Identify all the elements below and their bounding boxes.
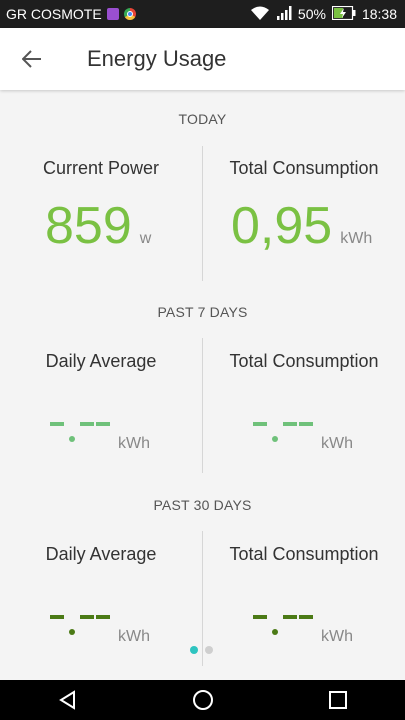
today-total-consumption: Total Consumption [203, 158, 405, 179]
empty-value-placeholder [50, 418, 112, 448]
section-header-7d: PAST 7 DAYS [157, 304, 248, 320]
current-power-unit: w [139, 230, 152, 247]
today-total-value-group: 0,95 kWh [231, 196, 372, 256]
30d-daily-average-value: kWh [50, 611, 150, 646]
7d-total-label: Total Consumption [229, 351, 379, 371]
system-nav-bar [0, 680, 405, 720]
current-power-label: Current Power [42, 158, 160, 178]
nav-home-button[interactable] [173, 680, 233, 720]
placeholder-dash [283, 422, 297, 426]
30d-total-value: kWh [253, 611, 353, 646]
nav-recents-button[interactable] [308, 680, 368, 720]
page-indicator [190, 646, 213, 654]
30d-total-label: Total Consumption [229, 544, 379, 564]
7d-daily-average-label: Daily Average [45, 351, 157, 371]
home-circle-icon [192, 690, 213, 710]
section-header-today: TODAY [178, 111, 227, 127]
30d-daily-average: Daily Average [0, 544, 202, 565]
7d-daily-average-value: kWh [50, 418, 150, 453]
placeholder-dash [80, 615, 94, 619]
placeholder-dot [272, 436, 278, 442]
chrome-icon [123, 8, 136, 20]
today-current-power: Current Power [0, 158, 202, 179]
30d-total-consumption: Total Consumption [203, 544, 405, 565]
carrier-name: GR COSMOTE [6, 6, 102, 22]
page-title: Energy Usage [87, 46, 227, 71]
back-button[interactable] [8, 35, 56, 83]
30d-daily-average-unit: kWh [118, 628, 150, 645]
placeholder-dash [96, 422, 110, 426]
back-triangle-icon [58, 690, 75, 710]
7d-total-consumption: Total Consumption [203, 351, 405, 372]
placeholder-dash [253, 422, 267, 426]
section-header-30d: PAST 30 DAYS [153, 497, 252, 513]
placeholder-dash [253, 615, 267, 619]
battery-percent: 50% [297, 6, 326, 22]
arrow-left-icon [22, 50, 41, 68]
empty-value-placeholder [253, 611, 315, 641]
empty-value-placeholder [253, 418, 315, 448]
placeholder-dash [283, 615, 297, 619]
status-bar: GR COSMOTE 50% 18:38 [0, 0, 405, 28]
placeholder-dash [50, 422, 64, 426]
current-power-value: 859 [45, 197, 132, 255]
30d-total-unit: kWh [321, 628, 353, 645]
app-bar: Energy Usage [0, 28, 405, 90]
nav-back-button[interactable] [38, 680, 98, 720]
page-dot-active[interactable] [190, 646, 198, 654]
placeholder-dash [299, 615, 313, 619]
7d-total-value: kWh [253, 418, 353, 453]
page-dot-inactive[interactable] [205, 646, 213, 654]
30d-daily-average-label: Daily Average [45, 544, 157, 564]
placeholder-dot [69, 629, 75, 635]
placeholder-dot [69, 436, 75, 442]
current-power-value-group: 859 w [45, 196, 151, 256]
today-total-value: 0,95 [231, 197, 333, 255]
battery-icon [331, 5, 356, 23]
7d-daily-average: Daily Average [0, 351, 202, 372]
placeholder-dash [80, 422, 94, 426]
placeholder-dot [272, 629, 278, 635]
today-total-label: Total Consumption [229, 158, 379, 178]
today-total-unit: kWh [340, 230, 373, 247]
7d-daily-average-unit: kWh [118, 435, 150, 452]
signal-icon [276, 5, 292, 24]
message-icon [106, 8, 119, 20]
placeholder-dash [299, 422, 313, 426]
clock: 18:38 [361, 6, 397, 22]
empty-value-placeholder [50, 611, 112, 641]
placeholder-dash [96, 615, 110, 619]
placeholder-dash [50, 615, 64, 619]
7d-total-unit: kWh [321, 435, 353, 452]
recents-square-icon [328, 691, 347, 709]
wifi-icon [250, 5, 270, 24]
